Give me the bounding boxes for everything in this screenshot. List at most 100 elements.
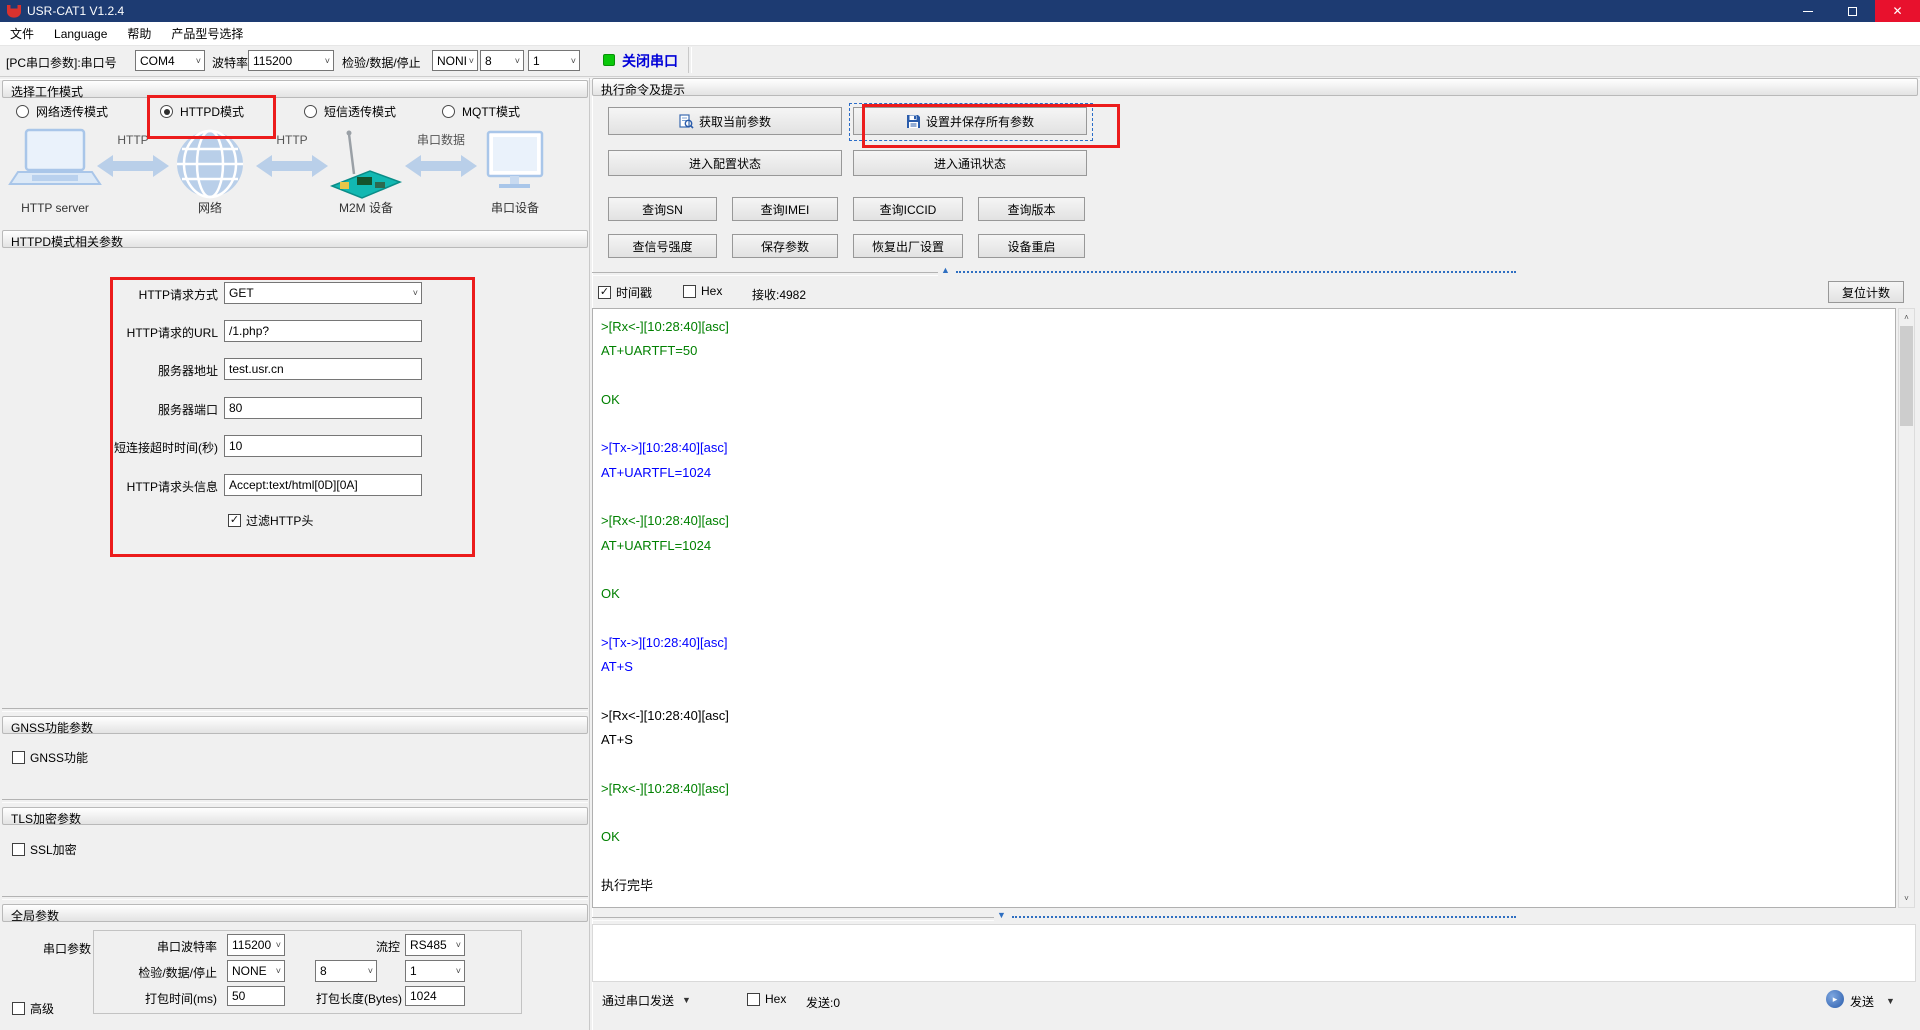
short-conn-timeout-input[interactable]: 10 [224,435,422,457]
http-url-label: HTTP请求的URL [0,324,218,341]
work-mode-header: 选择工作模式 [2,80,588,98]
splitter-handle[interactable] [592,917,994,921]
port-open-indicator-icon [603,54,615,66]
command-panel-header: 执行命令及提示 [592,78,1918,96]
databits-select[interactable]: 8˅ [480,50,524,71]
advanced-checkbox[interactable]: 高级 [12,1000,54,1017]
floppy-save-icon [906,114,921,129]
collapse-up-icon[interactable]: ▲ [941,266,950,275]
http-method-select[interactable]: GET˅ [224,282,422,304]
send-mode-dropdown[interactable]: 通过串口发送 ▼ [602,990,691,1010]
checkbox-icon [683,285,696,298]
baud-select[interactable]: 115200˅ [248,50,334,71]
scrollbar-thumb[interactable] [1900,326,1913,426]
serial-params-label: 串口参数 [43,940,91,957]
mode-diagram: HTTP HTTP 串口数据 HTTP server 网络 M2M 设备 串口设… [2,126,588,218]
collapse-down-icon[interactable]: ▼ [997,911,1006,920]
checkbox-icon [12,843,25,856]
menu-bar: 文件 Language 帮助 产品型号选择 [0,22,1920,46]
get-current-params-button[interactable]: 获取当前参数 [608,107,842,135]
log-vertical-scrollbar[interactable]: ˄ ˅ [1898,308,1915,908]
radio-net-passthrough-mode[interactable]: 网络透传模式 [16,103,108,120]
document-search-icon [679,114,694,129]
short-conn-timeout-label: 短连接超时时间(秒) [0,439,218,456]
set-save-all-params-button[interactable]: 设置并保存所有参数 [853,107,1087,135]
parity-select[interactable]: NONI˅ [432,50,478,71]
pack-time-input[interactable]: 50 [227,986,285,1006]
close-icon: ✕ [1892,4,1902,18]
menu-item-file[interactable]: 文件 [0,22,44,45]
laptop-icon [10,130,100,184]
received-count: 接收:4982 [752,286,806,303]
menu-item-help[interactable]: 帮助 [117,22,161,45]
uart-baud-label: 串口波特率 [100,938,217,955]
server-address-input[interactable]: test.usr.cn [224,358,422,380]
double-arrow-icon [405,155,477,177]
splitter-dotted-line[interactable] [956,271,1516,273]
maximize-icon [1848,7,1857,16]
window-title: USR-CAT1 V1.2.4 [27,4,124,18]
uart-parity-select[interactable]: NONE˅ [227,960,285,982]
scroll-down-icon[interactable]: ˅ [1899,891,1914,906]
double-arrow-icon [256,155,328,177]
server-port-label: 服务器端口 [0,401,218,418]
send-button[interactable]: 发送 [1850,993,1874,1010]
uart-stopbits-select[interactable]: 1˅ [405,960,465,982]
splitter-dotted-line[interactable] [1012,916,1516,918]
http-header-input[interactable]: Accept:text/html[0D][0A] [224,474,422,496]
link-label: HTTP [276,133,307,147]
query-version-button[interactable]: 查询版本 [978,197,1085,221]
query-iccid-button[interactable]: 查询ICCID [853,197,963,221]
checkbox-icon [747,993,760,1006]
uart-databits-select[interactable]: 8˅ [315,960,377,982]
enter-config-state-button[interactable]: 进入配置状态 [608,150,842,176]
app-logo-icon [7,5,21,18]
double-arrow-icon [97,155,169,177]
device-restart-button[interactable]: 设备重启 [978,234,1085,258]
send-icon[interactable]: ▸ [1826,990,1844,1008]
node-label: HTTP server [21,201,89,215]
menu-item-product-model[interactable]: 产品型号选择 [161,22,253,45]
query-sn-button[interactable]: 查询SN [608,197,717,221]
query-signal-button[interactable]: 查信号强度 [608,234,717,258]
com-port-select[interactable]: COM4˅ [135,50,205,71]
checkbox-icon [228,514,241,527]
enter-comm-state-button[interactable]: 进入通讯状态 [853,150,1087,176]
radio-sms-passthrough-mode[interactable]: 短信透传模式 [304,103,396,120]
timestamp-checkbox[interactable]: 时间戳 [598,284,652,301]
flow-control-select[interactable]: RS485˅ [405,934,465,956]
close-button[interactable]: ✕ [1875,0,1920,22]
radio-httpd-mode[interactable]: HTTPD模式 [160,103,244,120]
filter-http-header-checkbox[interactable]: 过滤HTTP头 [228,512,313,529]
radio-icon [304,105,317,118]
close-port-button[interactable]: 关闭串口 [622,51,678,71]
reset-count-button[interactable]: 复位计数 [1828,281,1904,303]
rx-hex-checkbox[interactable]: Hex [683,284,722,298]
splitter-handle[interactable] [592,272,938,276]
radio-icon [160,105,173,118]
radio-mqtt-mode[interactable]: MQTT模式 [442,103,520,120]
gnss-enable-checkbox[interactable]: GNSS功能 [12,749,88,766]
minimize-button[interactable] [1785,0,1830,22]
ssl-enable-checkbox[interactable]: SSL加密 [12,841,77,858]
send-input-area[interactable] [592,924,1916,982]
server-port-input[interactable]: 80 [224,397,422,419]
chevron-down-icon: ˅ [325,56,330,66]
pack-length-input[interactable]: 1024 [405,986,465,1006]
log-panel[interactable]: >[Rx<-][10:28:40][asc]AT+UARTFT=50 OK >[… [592,308,1896,908]
scroll-up-icon[interactable]: ˄ [1899,310,1914,325]
menu-item-language[interactable]: Language [44,22,117,45]
maximize-button[interactable] [1830,0,1875,22]
send-hex-checkbox[interactable]: Hex [747,992,786,1006]
flow-control-label: 流控 [340,938,400,955]
factory-reset-button[interactable]: 恢复出厂设置 [853,234,963,258]
chevron-down-icon[interactable]: ▼ [1886,996,1895,1006]
uart-baud-select[interactable]: 115200˅ [227,934,285,956]
query-imei-button[interactable]: 查询IMEI [732,197,838,221]
http-url-input[interactable]: /1.php? [224,320,422,342]
stopbits-select[interactable]: 1˅ [528,50,580,71]
save-params-button[interactable]: 保存参数 [732,234,838,258]
radio-icon [442,105,455,118]
link-label: HTTP [117,133,148,147]
chevron-down-icon: ˅ [196,56,201,66]
